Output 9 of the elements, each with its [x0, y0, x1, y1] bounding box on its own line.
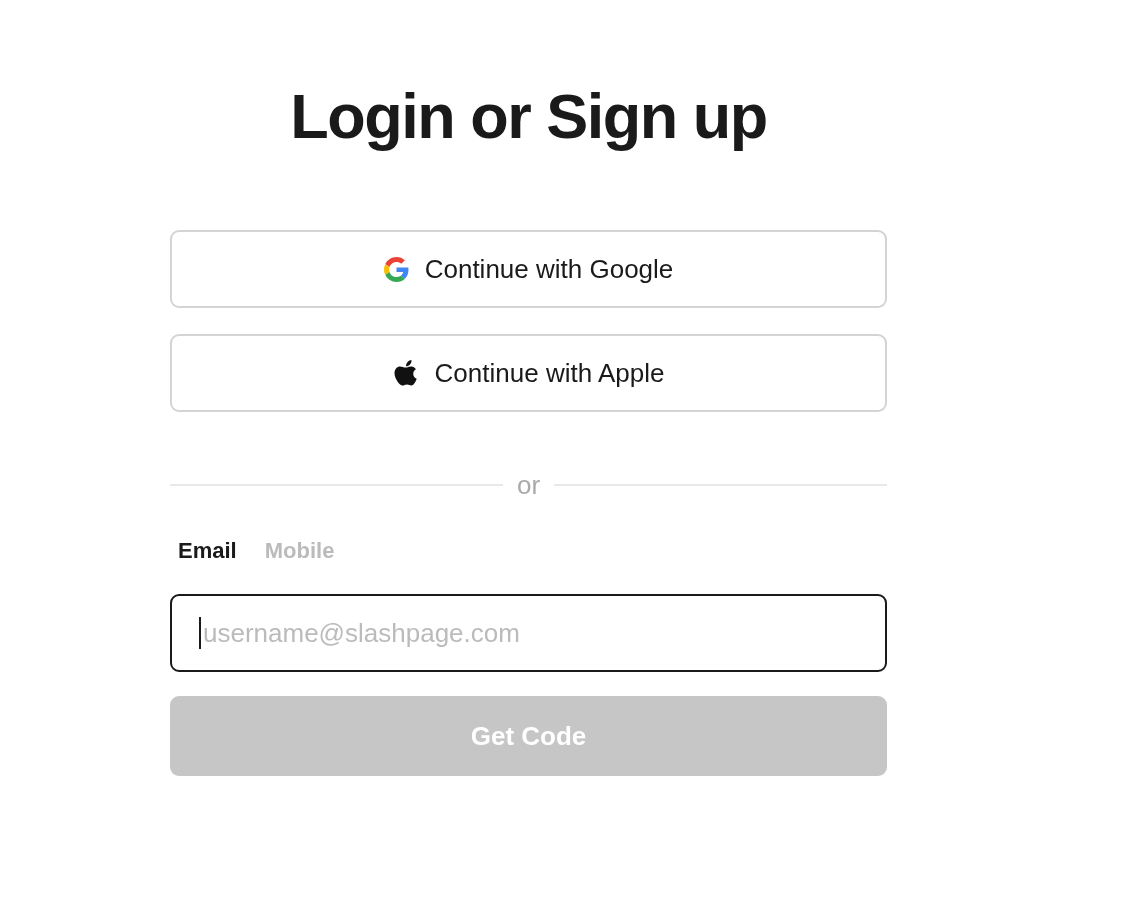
social-login-button[interactable]: Continue with Google: [170, 230, 887, 308]
social-login-button[interactable]: Continue with Apple: [170, 334, 887, 412]
divider-label: or: [516, 470, 541, 500]
tab[interactable]: Email: [178, 538, 237, 564]
page-title: Login or Sign up: [289, 80, 768, 153]
google-g-icon: [383, 256, 409, 282]
email-input-field[interactable]: username@slashpage.com: [170, 594, 887, 672]
text-cursor: [199, 617, 201, 649]
apple-icon: [392, 358, 419, 388]
